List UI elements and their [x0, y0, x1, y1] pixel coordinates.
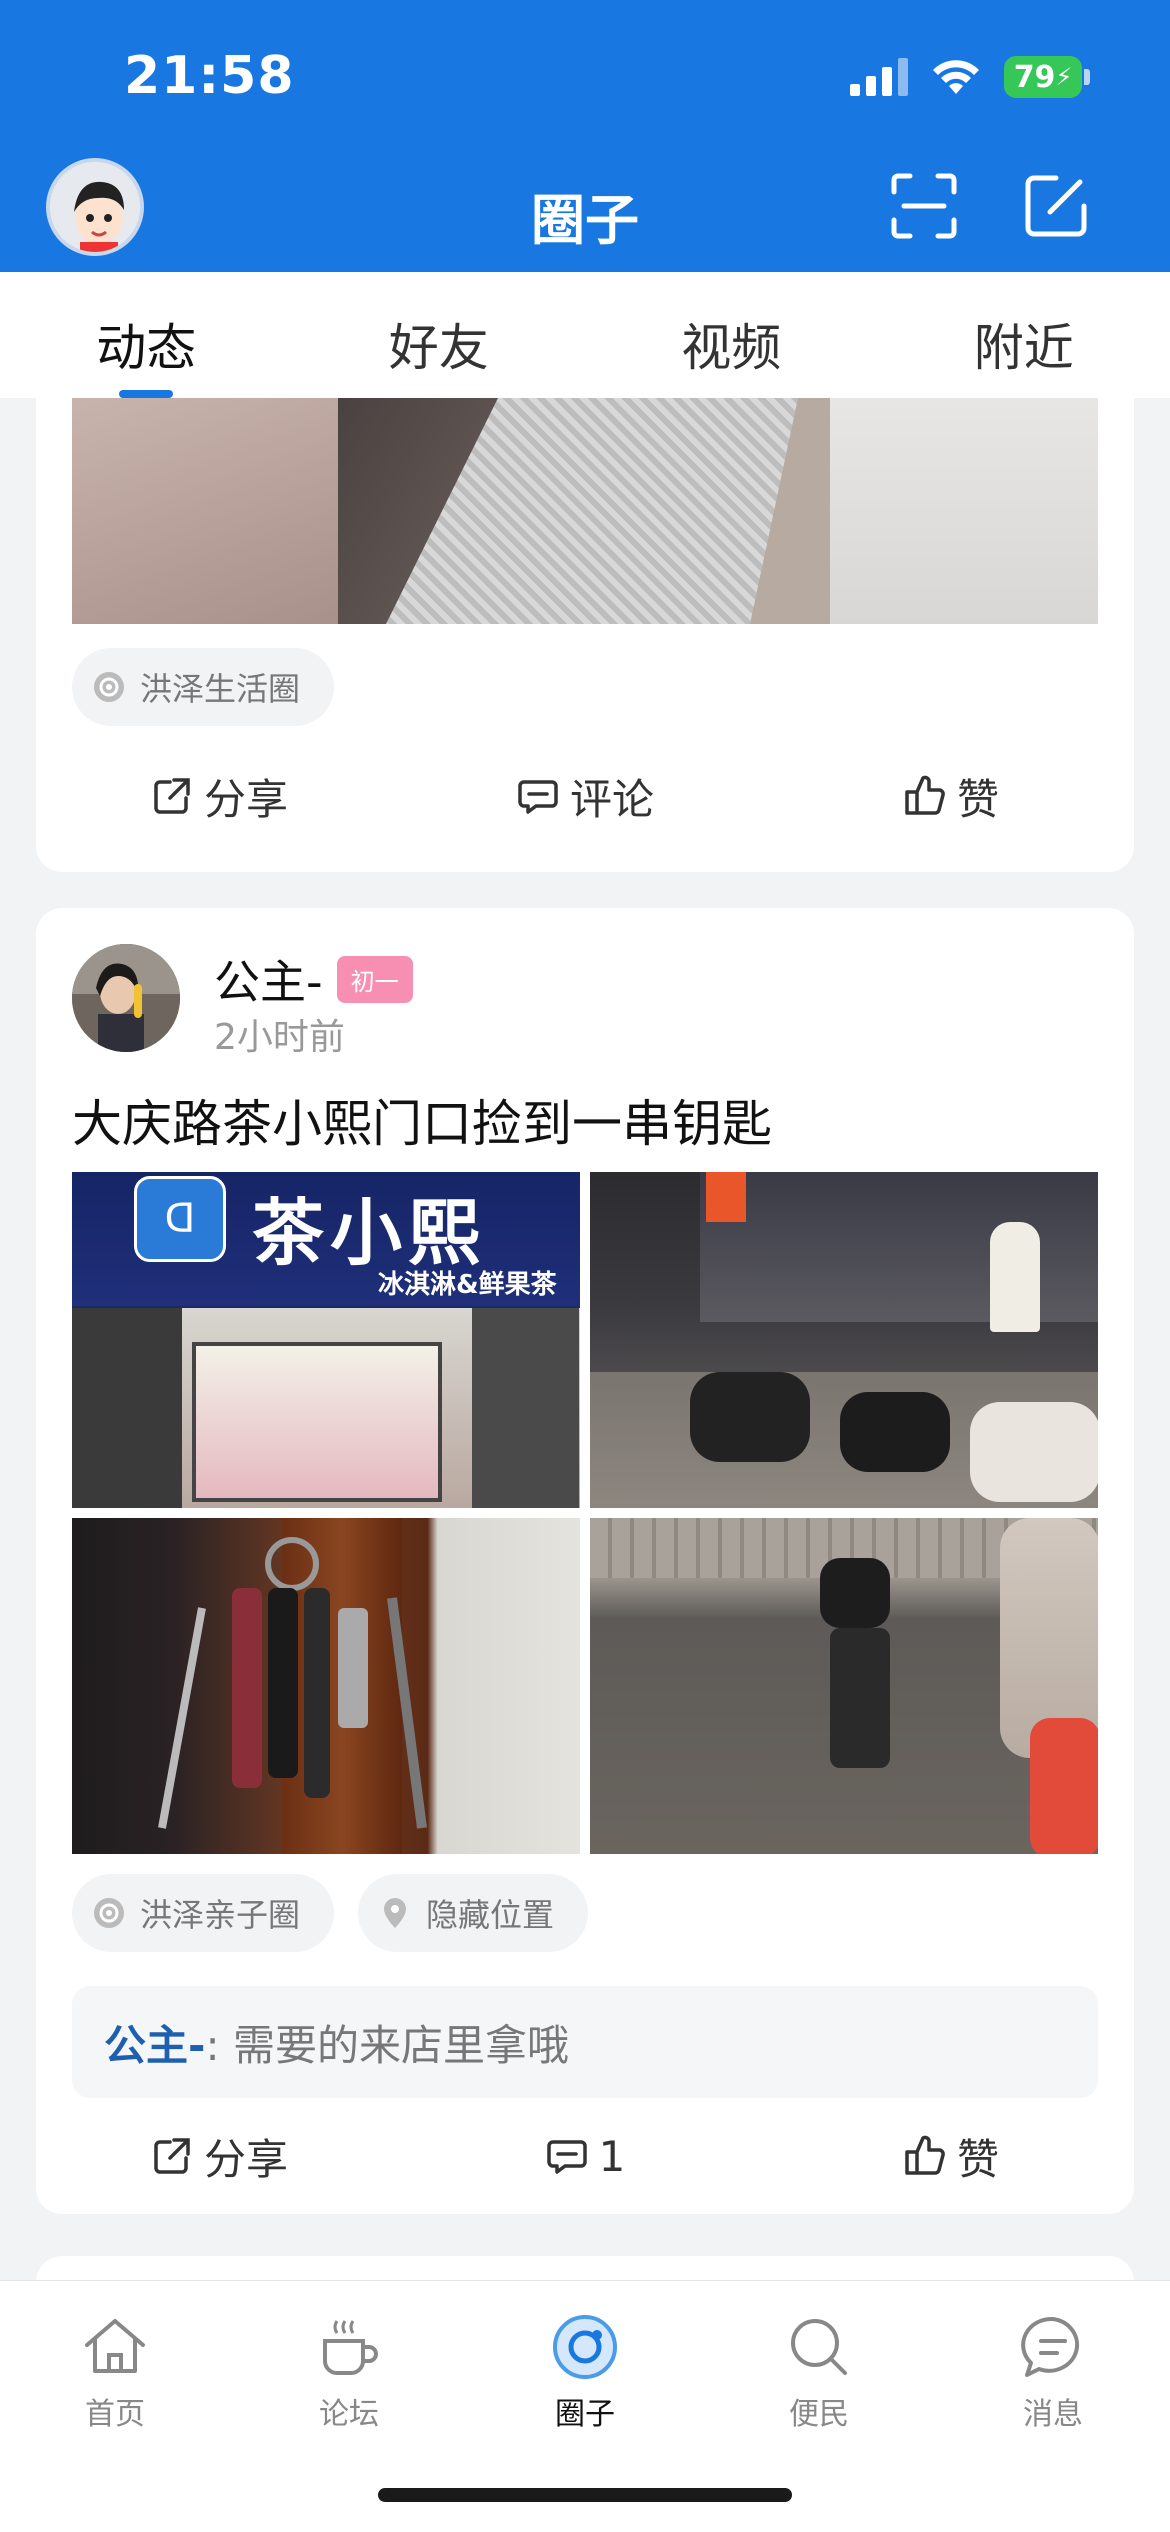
- tab-fujin[interactable]: 附近: [878, 272, 1170, 398]
- signal-icon: [850, 58, 908, 96]
- author-name: 公主-: [214, 955, 323, 1009]
- scan-icon[interactable]: [890, 172, 958, 240]
- tab-dongtai[interactable]: 动态: [0, 272, 293, 398]
- post-image-strip[interactable]: [72, 398, 1098, 624]
- post-photo[interactable]: [72, 1518, 580, 1854]
- level-badge: 初一: [336, 955, 413, 1003]
- tab-shipin[interactable]: 视频: [585, 272, 878, 398]
- post-image[interactable]: [830, 398, 1098, 624]
- tag-label: 洪泽亲子圈: [140, 1896, 301, 1934]
- tabbar-item-forum[interactable]: 论坛: [274, 2311, 424, 2433]
- share-icon: [154, 2138, 190, 2174]
- category-tabs: 动态 好友 视频 附近: [0, 272, 1170, 398]
- thumbs-up-icon: [905, 775, 945, 815]
- tabbar-label: 消息: [1023, 2397, 1083, 2432]
- post-image[interactable]: [72, 398, 338, 624]
- post-timestamp: 2小时前: [214, 1017, 345, 1058]
- tabbar-label: 首页: [85, 2397, 145, 2432]
- wifi-icon: [933, 60, 979, 94]
- thumbs-up-icon: [905, 2135, 945, 2175]
- shop-logo-icon: ᗡ: [134, 1176, 226, 1262]
- comment-icon: [546, 2140, 587, 2174]
- user-avatar[interactable]: [72, 944, 180, 1052]
- tag-label: 洪泽生活圈: [140, 670, 301, 708]
- user-photo-icon: [72, 944, 180, 1052]
- comment-label: 评论: [569, 774, 654, 824]
- post-card: [36, 2256, 1134, 2280]
- comment-text: : 需要的来店里拿哦: [205, 2020, 569, 2070]
- search-icon: [791, 2319, 847, 2375]
- share-icon: [154, 778, 190, 814]
- comment-preview[interactable]: 公主- : 需要的来店里拿哦: [72, 1986, 1098, 2098]
- home-icon: [85, 2319, 145, 2373]
- location-pin-icon: [384, 1898, 407, 1928]
- active-tab-indicator: [119, 390, 174, 398]
- circle-icon: [94, 1898, 124, 1928]
- tag-label: 隐藏位置: [426, 1896, 555, 1934]
- tab-label: 好友: [388, 319, 489, 377]
- post-photo[interactable]: ᗡ 茶小熙 冰淇淋&鲜果茶: [72, 1172, 580, 1508]
- page-title: 圈子: [531, 189, 639, 252]
- post-image[interactable]: [338, 398, 830, 624]
- post-tags: 洪泽亲子圈 隐藏位置: [72, 1874, 589, 1952]
- post-author[interactable]: 公主- 初一: [214, 946, 413, 1012]
- edit-icon[interactable]: [1022, 172, 1090, 240]
- post-photo-grid: ᗡ 茶小熙 冰淇淋&鲜果茶: [72, 1172, 1098, 1854]
- share-label: 分享: [203, 774, 288, 824]
- post-actions: 分享 评论 赞: [36, 746, 1134, 846]
- status-icons: 79 ⚡: [850, 56, 1090, 98]
- status-time: 21:58: [124, 46, 295, 106]
- share-button[interactable]: 分享: [36, 2106, 402, 2206]
- like-button[interactable]: 赞: [768, 2106, 1134, 2206]
- circle-tag[interactable]: 洪泽亲子圈: [72, 1874, 335, 1952]
- tab-label: 动态: [96, 319, 197, 377]
- post-tags: 洪泽生活圈: [72, 648, 335, 726]
- battery-cap: [1084, 69, 1090, 85]
- circle-icon: [553, 2315, 617, 2379]
- post-photo[interactable]: [590, 1172, 1098, 1508]
- tabbar-item-home[interactable]: 首页: [40, 2311, 190, 2433]
- comment-button[interactable]: 1: [402, 2106, 768, 2206]
- tabbar-item-services[interactable]: 便民: [744, 2311, 894, 2433]
- post-photo[interactable]: [590, 1518, 1098, 1854]
- comment-button[interactable]: 评论: [402, 746, 768, 846]
- message-icon: [1021, 2316, 1080, 2377]
- app-screen: 21:58 79 ⚡ 圈子 动态 好友 视频 附近 洪泽生活圈 分享 评论 赞 …: [0, 0, 1170, 2532]
- home-indicator[interactable]: [378, 2488, 792, 2502]
- tab-label: 视频: [681, 319, 782, 377]
- tabbar-label: 论坛: [319, 2397, 379, 2432]
- tabbar-item-circle[interactable]: 圈子: [510, 2311, 660, 2433]
- tab-haoyou[interactable]: 好友: [293, 272, 586, 398]
- circle-icon: [94, 672, 124, 702]
- header-bar: 21:58 79 ⚡ 圈子: [0, 0, 1170, 272]
- feed-list[interactable]: 洪泽生活圈 分享 评论 赞 公主- 初一 2小时前 大庆路茶小熙门口捡到一串钥匙…: [0, 398, 1170, 2280]
- post-card: 公主- 初一 2小时前 大庆路茶小熙门口捡到一串钥匙 ᗡ 茶小熙 冰淇淋&鲜果茶: [36, 908, 1134, 2214]
- share-button[interactable]: 分享: [36, 746, 402, 846]
- tabbar-label: 圈子: [555, 2397, 615, 2432]
- comment-icon: [518, 780, 558, 814]
- post-text[interactable]: 大庆路茶小熙门口捡到一串钥匙: [72, 1084, 772, 1156]
- like-button[interactable]: 赞: [768, 746, 1134, 846]
- like-label: 赞: [956, 774, 999, 824]
- circle-tag[interactable]: 洪泽生活圈: [72, 648, 335, 726]
- comment-author[interactable]: 公主-: [104, 2012, 205, 2073]
- comment-count: 1: [598, 2131, 626, 2181]
- tabbar-item-messages[interactable]: 消息: [978, 2311, 1128, 2433]
- location-tag[interactable]: 隐藏位置: [358, 1874, 589, 1952]
- like-label: 赞: [956, 2134, 999, 2184]
- keys-icon: [158, 1537, 427, 1829]
- post-card: 洪泽生活圈 分享 评论 赞: [36, 398, 1134, 872]
- tab-label: 附近: [973, 319, 1074, 377]
- shop-sign-subtext: 冰淇淋&鲜果茶: [378, 1270, 557, 1300]
- tabbar-label: 便民: [789, 2397, 849, 2432]
- share-label: 分享: [203, 2134, 288, 2184]
- post-actions: 分享 1 赞: [36, 2106, 1134, 2206]
- battery-indicator: 79 ⚡: [1004, 56, 1082, 98]
- coffee-icon: [323, 2320, 378, 2375]
